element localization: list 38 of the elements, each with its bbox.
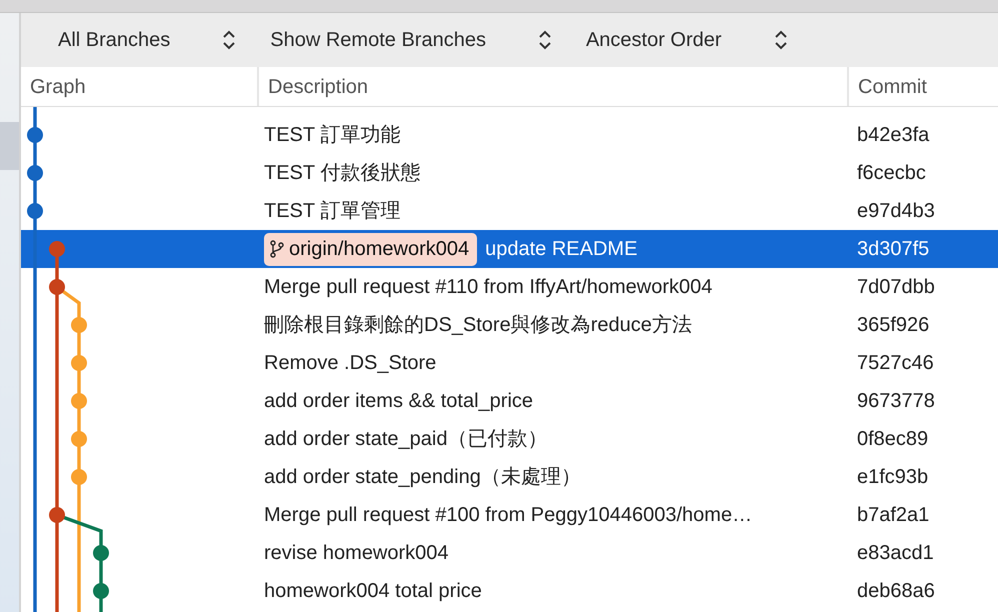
popup-button[interactable]: All Branches (58, 25, 246, 55)
commit-hash: 7d07dbb (856, 275, 935, 300)
commit-message: Merge pull request #110 from IffyArt/homework004 (264, 275, 712, 300)
stepper-icon (538, 29, 552, 51)
commit-message: Remove .DS_Store (264, 351, 436, 376)
column-header[interactable]: Commit (847, 67, 998, 106)
commit-message: revise homework004 (264, 541, 449, 566)
commit-message: update README (485, 237, 638, 262)
commit-hash: 7527c46 (856, 351, 934, 376)
column-header[interactable]: Graph (21, 67, 257, 106)
commit-hash: f6cecbc (856, 161, 926, 186)
commit-message: TEST 付款後狀態 (264, 161, 420, 186)
commit-hash: e97d4b3 (856, 199, 935, 224)
popup-button[interactable]: Ancestor Order (586, 25, 798, 55)
commit-message: Merge pull request #100 from Peggy10446003/home… (264, 503, 752, 528)
commit-message: add order items && total_price (264, 389, 534, 414)
stepper-icon (774, 29, 788, 51)
commit-message: add order state_paid（已付款） (264, 427, 548, 452)
commit-hash: 0f8ec89 (856, 427, 928, 452)
selected-row[interactable]: origin/homework004 update README 3d307f5 (21, 230, 998, 268)
column-header[interactable]: Description (257, 67, 847, 106)
commit-hash: 365f926 (856, 313, 930, 338)
commit-message: TEST 訂單功能 (264, 123, 400, 148)
commit-hash: b7af2a1 (856, 503, 930, 528)
commit-message: 刪除根目錄剩餘的DS_Store與修改為reduce方法 (264, 313, 692, 338)
commit-hash: 3d307f5 (856, 237, 930, 262)
commit-message: add order state_pending（未處理） (264, 465, 581, 490)
stepper-icon (222, 29, 236, 51)
commit-message: TEST 訂單管理 (264, 199, 400, 224)
commit-hash: e1fc93b (856, 465, 928, 490)
commit-hash: 9673778 (856, 389, 935, 414)
commit-hash: b42e3fa (856, 123, 930, 148)
branch-icon (270, 240, 284, 258)
commit-message: homework004 total price (264, 579, 482, 604)
branch-tag[interactable]: origin/homework004 (264, 232, 478, 266)
commit-hash: deb68a6 (856, 579, 935, 604)
commit-hash: e83acd1 (856, 541, 934, 566)
popup-button[interactable]: Show Remote Branches (270, 25, 562, 55)
